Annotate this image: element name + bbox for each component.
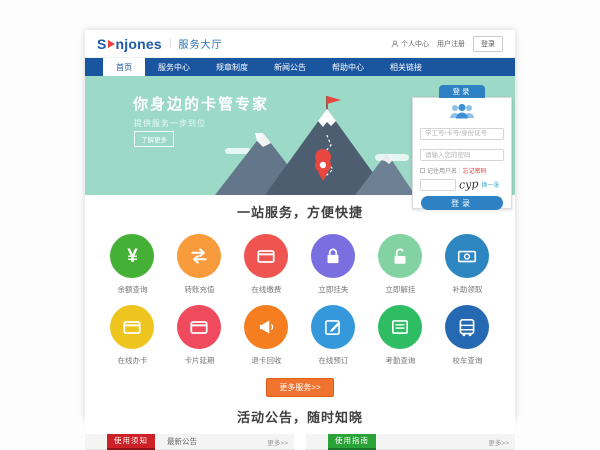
hero-subtitle: 提供服务一步到位 bbox=[134, 118, 206, 129]
service-online-booking[interactable]: 在线预订 bbox=[300, 305, 367, 366]
login-options-row: 记住用户名 | 忘记密码 bbox=[420, 166, 504, 175]
nav-item-help-center[interactable]: 帮助中心 bbox=[319, 58, 377, 76]
service-online-card-apply[interactable]: 在线办卡 bbox=[99, 305, 166, 366]
captcha-refresh-link[interactable]: 换一张 bbox=[481, 180, 499, 189]
more-link-right[interactable]: 更多>> bbox=[488, 437, 509, 447]
link-personal-center-label: 个人中心 bbox=[401, 39, 429, 49]
card-icon bbox=[188, 316, 210, 338]
tab-usage-guide[interactable]: 使用指南 bbox=[328, 434, 376, 450]
nav-item-related-links[interactable]: 相关链接 bbox=[377, 58, 435, 76]
logo-text-rest: njones bbox=[116, 36, 162, 52]
service-balance-inquiry[interactable]: ¥ 余额查询 bbox=[99, 234, 166, 295]
service-subsidy-collection[interactable]: 补助领取 bbox=[434, 234, 501, 295]
login-submit-button[interactable]: 登录 bbox=[421, 196, 503, 210]
tab-usage-notice[interactable]: 使用须知 bbox=[107, 434, 155, 450]
site-name: 服务大厅 bbox=[178, 36, 222, 51]
remember-label: 记住用户名 bbox=[427, 166, 457, 175]
captcha-input[interactable] bbox=[420, 179, 456, 191]
service-card-extension[interactable]: 卡片延期 bbox=[166, 305, 233, 366]
captcha-row: cyp 换一张 bbox=[420, 178, 504, 191]
options-divider: | bbox=[459, 168, 461, 174]
header-links: 个人中心 用户注册 登录 bbox=[391, 36, 503, 52]
nav-item-service-center[interactable]: 服务中心 bbox=[145, 58, 203, 76]
users-group-icon bbox=[420, 103, 504, 119]
transfer-icon bbox=[188, 245, 210, 267]
panel-notices-header: 使用须知 最新公告 更多>> bbox=[85, 434, 294, 450]
nav-item-news[interactable]: 新闻公告 bbox=[261, 58, 319, 76]
hero-cta-button[interactable]: 了解更多 bbox=[134, 131, 174, 147]
unlock-icon bbox=[389, 245, 411, 267]
service-transfer-recharge[interactable]: 转账充值 bbox=[166, 234, 233, 295]
services-grid: ¥ 余额查询 转账充值 在线缴费 bbox=[85, 224, 515, 366]
main-nav: 首页 服务中心 规章制度 新闻公告 帮助中心 相关链接 bbox=[85, 58, 515, 76]
service-school-bus-inquiry[interactable]: 校车查询 bbox=[434, 305, 501, 366]
service-cancel-loss[interactable]: 立即解挂 bbox=[367, 234, 434, 295]
bus-icon bbox=[456, 316, 478, 338]
mountain-illustration bbox=[205, 95, 415, 195]
more-services-button[interactable]: 更多服务>> bbox=[266, 378, 333, 397]
nav-item-home[interactable]: 首页 bbox=[103, 58, 145, 76]
more-link-left[interactable]: 更多>> bbox=[267, 437, 288, 447]
panel-guide: 使用指南 更多>> bbox=[306, 434, 515, 450]
username-input[interactable] bbox=[420, 128, 504, 140]
link-personal-center[interactable]: 个人中心 bbox=[391, 39, 429, 49]
logo-text-s: S bbox=[97, 36, 107, 52]
password-input[interactable] bbox=[420, 149, 504, 161]
card-icon bbox=[121, 316, 143, 338]
screenshot-canvas: S njones | 服务大厅 个人中心 用户注册 登录 首页 服务中心 规章制… bbox=[0, 0, 600, 450]
announcements-section: 活动公告，随时知晓 使用须知 最新公告 更多>> 使用指南 更多>> bbox=[85, 397, 515, 450]
user-icon bbox=[391, 40, 399, 48]
nav-item-rules[interactable]: 规章制度 bbox=[203, 58, 261, 76]
link-user-register[interactable]: 用户注册 bbox=[437, 39, 465, 49]
service-attendance-inquiry[interactable]: 考勤查询 bbox=[367, 305, 434, 366]
panel-notices: 使用须知 最新公告 更多>> bbox=[85, 434, 294, 450]
logo[interactable]: S njones bbox=[97, 36, 162, 52]
header: S njones | 服务大厅 个人中心 用户注册 登录 bbox=[85, 30, 515, 58]
banknote-icon bbox=[456, 245, 478, 267]
services-section: 一站服务，方便快捷 ¥ 余额查询 转账充值 在线缴费 bbox=[85, 195, 515, 397]
panel-guide-header: 使用指南 更多>> bbox=[306, 434, 515, 450]
yuan-icon: ¥ bbox=[127, 247, 138, 266]
edit-icon bbox=[322, 316, 344, 338]
hero-banner: 你身边的卡管专家 提供服务一步到位 了解更多 登录 bbox=[85, 76, 515, 195]
header-login-button[interactable]: 登录 bbox=[473, 36, 503, 52]
remember-checkbox[interactable] bbox=[420, 168, 425, 173]
login-panel: 登录 记住用户名 | 忘记密码 cyp 换一张 登录 bbox=[412, 97, 512, 209]
card-icon bbox=[255, 245, 277, 267]
announcement-panels: 使用须知 最新公告 更多>> 使用指南 更多>> bbox=[85, 434, 515, 450]
lock-icon bbox=[322, 245, 344, 267]
service-report-loss[interactable]: 立即挂失 bbox=[300, 234, 367, 295]
login-tab[interactable]: 登录 bbox=[439, 85, 485, 98]
link-user-register-label: 用户注册 bbox=[437, 39, 465, 49]
tab-latest-announcements[interactable]: 最新公告 bbox=[167, 436, 197, 447]
announcements-title: 活动公告，随时知晓 bbox=[85, 407, 515, 426]
logo-divider: | bbox=[169, 38, 172, 49]
service-online-payment[interactable]: 在线缴费 bbox=[233, 234, 300, 295]
logo-arrow-icon bbox=[108, 40, 115, 48]
forgot-password-link[interactable]: 忘记密码 bbox=[463, 166, 487, 175]
captcha-image[interactable]: cyp bbox=[459, 177, 479, 191]
list-icon bbox=[389, 316, 411, 338]
site-window: S njones | 服务大厅 个人中心 用户注册 登录 首页 服务中心 规章制… bbox=[85, 30, 515, 420]
service-card-return[interactable]: 退卡回收 bbox=[233, 305, 300, 366]
megaphone-icon bbox=[255, 316, 277, 338]
